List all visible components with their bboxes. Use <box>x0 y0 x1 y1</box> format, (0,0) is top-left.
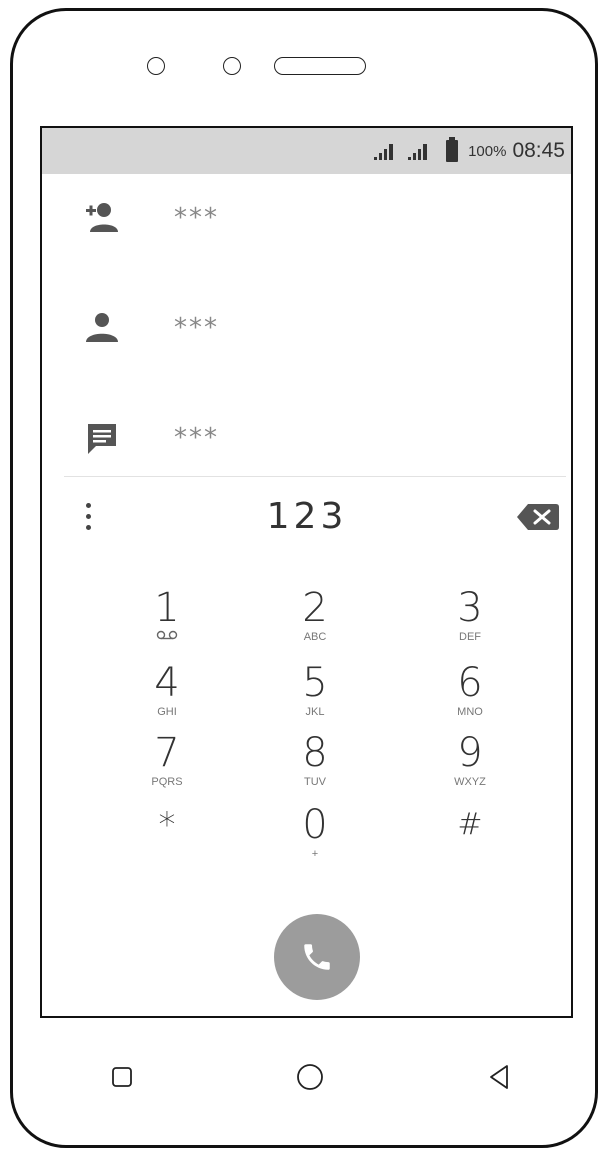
key-digit: 1 <box>154 585 180 631</box>
key-1[interactable]: 1 <box>122 586 212 652</box>
voicemail-icon <box>156 630 178 640</box>
key-star[interactable]: * <box>122 803 212 869</box>
divider <box>64 476 566 477</box>
dialed-number[interactable]: 123 <box>202 496 412 537</box>
home-icon[interactable] <box>296 1063 324 1091</box>
suggestion-label: *** <box>174 423 219 453</box>
key-digit: 7 <box>154 730 180 776</box>
signal-icon <box>374 144 394 160</box>
phone-icon <box>304 944 330 970</box>
backspace-icon[interactable] <box>516 502 560 532</box>
key-7[interactable]: 7 PQRS <box>122 731 212 797</box>
battery-icon <box>446 137 459 162</box>
key-digit: 5 <box>302 660 328 706</box>
add-contact-icon <box>86 203 118 232</box>
suggestion-message[interactable]: *** <box>42 414 571 462</box>
key-2[interactable]: 2 ABC <box>270 586 360 652</box>
key-digit: # <box>457 807 483 842</box>
key-9[interactable]: 9 WXYZ <box>425 731 515 797</box>
key-digit: 9 <box>457 730 483 776</box>
key-8[interactable]: 8 TUV <box>270 731 360 797</box>
key-digit: 0 <box>302 802 328 848</box>
recent-apps-icon[interactable] <box>111 1066 133 1088</box>
key-digit: 8 <box>302 730 328 776</box>
key-digit: 6 <box>457 660 483 706</box>
key-digit: 2 <box>302 585 328 631</box>
suggestion-add-contact[interactable]: *** <box>42 194 571 242</box>
key-letters: ABC <box>303 631 327 643</box>
key-letters: JKL <box>305 706 325 718</box>
message-icon <box>88 424 116 454</box>
key-digit: 4 <box>154 660 180 706</box>
key-letters: GHI <box>157 706 177 718</box>
key-5[interactable]: 5 JKL <box>270 661 360 727</box>
key-letters: MNO <box>457 706 483 718</box>
earpiece-speaker <box>274 57 366 75</box>
signal-icon-sim2 <box>408 144 428 160</box>
screen: 100% 08:45 *** *** *** 123 1 2 ABC 3 DEF… <box>40 126 573 1018</box>
key-letters: WXYZ <box>454 776 486 788</box>
key-3[interactable]: 3 DEF <box>425 586 515 652</box>
key-digit: * <box>158 805 176 845</box>
call-button[interactable] <box>274 914 360 1000</box>
overflow-menu-icon[interactable] <box>82 500 94 536</box>
key-6[interactable]: 6 MNO <box>425 661 515 727</box>
back-icon[interactable] <box>487 1063 511 1091</box>
key-4[interactable]: 4 GHI <box>122 661 212 727</box>
key-hash[interactable]: # <box>425 803 515 869</box>
person-icon <box>86 313 118 342</box>
key-0[interactable]: 0 + <box>270 803 360 869</box>
battery-percent: 100% <box>468 142 507 160</box>
key-letters: + <box>311 848 319 860</box>
front-camera <box>223 57 241 75</box>
key-letters: TUV <box>304 776 326 788</box>
suggestion-contact[interactable]: *** <box>42 304 571 352</box>
suggestion-label: *** <box>174 313 219 343</box>
status-bar: 100% 08:45 <box>42 128 571 174</box>
status-time: 08:45 <box>512 139 565 162</box>
suggestion-label: *** <box>174 203 219 233</box>
key-letters: PQRS <box>151 776 183 788</box>
key-letters: DEF <box>459 631 481 643</box>
key-digit: 3 <box>457 585 483 631</box>
front-sensor-left <box>147 57 165 75</box>
